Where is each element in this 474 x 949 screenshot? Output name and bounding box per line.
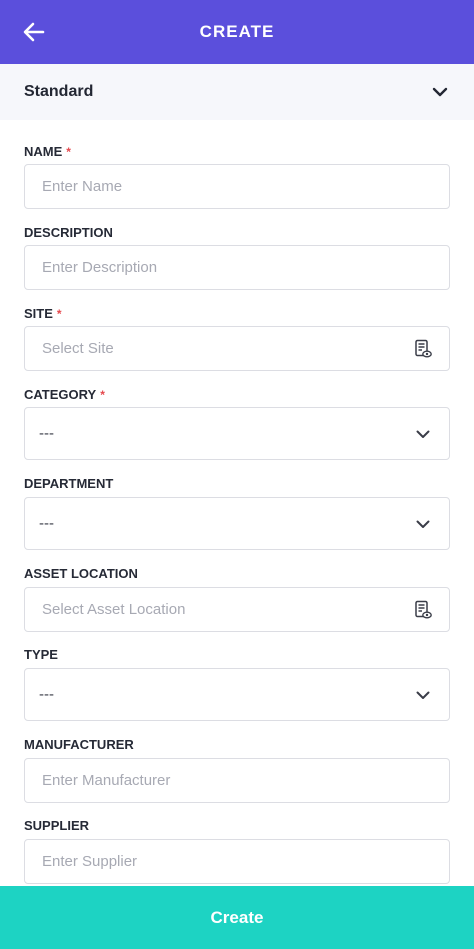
supplier-placeholder: Enter Supplier bbox=[42, 853, 138, 870]
category-dropdown[interactable]: --- bbox=[24, 407, 450, 460]
site-picker[interactable]: Select Site bbox=[24, 326, 450, 371]
category-label: CATEGORY * bbox=[24, 387, 450, 403]
category-label-text: CATEGORY bbox=[24, 387, 97, 402]
supplier-input[interactable]: Enter Supplier bbox=[24, 839, 450, 884]
description-label-text: DESCRIPTION bbox=[24, 225, 113, 240]
department-field-group: DEPARTMENT --- bbox=[24, 476, 450, 550]
app-bar: CREATE bbox=[0, 0, 474, 64]
asset-location-label-text: ASSET LOCATION bbox=[24, 566, 138, 581]
site-field-group: SITE * Select Site bbox=[24, 306, 450, 371]
asset-location-picker[interactable]: Select Asset Location bbox=[24, 587, 450, 632]
description-placeholder: Enter Description bbox=[42, 259, 158, 276]
type-label: TYPE bbox=[24, 647, 450, 663]
manufacturer-input[interactable]: Enter Manufacturer bbox=[24, 758, 450, 803]
site-placeholder: Select Site bbox=[42, 340, 114, 357]
manufacturer-field-group: MANUFACTURER Enter Manufacturer bbox=[24, 737, 450, 803]
manufacturer-placeholder: Enter Manufacturer bbox=[42, 772, 171, 789]
list-view-icon[interactable] bbox=[413, 600, 433, 620]
asset-type-value: Standard bbox=[24, 83, 94, 100]
supplier-label-text: SUPPLIER bbox=[24, 818, 90, 833]
description-field-group: DESCRIPTION Enter Description bbox=[24, 225, 450, 290]
manufacturer-label-text: MANUFACTURER bbox=[24, 737, 134, 752]
description-input[interactable]: Enter Description bbox=[24, 245, 450, 290]
back-button[interactable] bbox=[20, 18, 48, 46]
arrow-left-icon bbox=[23, 22, 45, 42]
chevron-down-icon bbox=[430, 82, 450, 102]
department-label-text: DEPARTMENT bbox=[24, 476, 114, 491]
page-title: CREATE bbox=[199, 22, 275, 41]
site-label: SITE * bbox=[24, 306, 450, 322]
chevron-down-icon bbox=[413, 685, 433, 705]
description-label: DESCRIPTION bbox=[24, 225, 450, 241]
department-value: --- bbox=[39, 515, 54, 532]
manufacturer-label: MANUFACTURER bbox=[24, 737, 450, 753]
required-mark: * bbox=[66, 145, 71, 159]
category-field-group: CATEGORY * --- bbox=[24, 387, 450, 460]
list-view-icon[interactable] bbox=[413, 339, 433, 359]
create-button-label: Create bbox=[210, 907, 264, 927]
type-value: --- bbox=[39, 686, 54, 703]
category-value: --- bbox=[39, 425, 54, 442]
name-label-text: NAME bbox=[24, 144, 63, 159]
required-mark: * bbox=[56, 307, 62, 321]
type-label-text: TYPE bbox=[24, 647, 58, 662]
type-field-group: TYPE --- bbox=[24, 647, 450, 721]
name-label: NAME * bbox=[24, 144, 450, 160]
create-form: NAME * Enter Name DESCRIPTION Enter Desc… bbox=[0, 120, 474, 886]
asset-location-field-group: ASSET LOCATION Select Asset Location bbox=[24, 566, 450, 632]
chevron-down-icon bbox=[413, 514, 433, 534]
supplier-field-group: SUPPLIER Enter Supplier bbox=[24, 818, 450, 884]
name-placeholder: Enter Name bbox=[42, 178, 123, 195]
department-label: DEPARTMENT bbox=[24, 476, 450, 492]
name-input[interactable]: Enter Name bbox=[24, 164, 450, 209]
required-mark: * bbox=[100, 388, 105, 402]
supplier-label: SUPPLIER bbox=[24, 818, 450, 834]
asset-location-label: ASSET LOCATION bbox=[24, 566, 450, 582]
type-dropdown[interactable]: --- bbox=[24, 668, 450, 721]
asset-location-placeholder: Select Asset Location bbox=[42, 601, 186, 618]
create-button[interactable]: Create bbox=[0, 886, 474, 949]
chevron-down-icon bbox=[413, 424, 433, 444]
name-field-group: NAME * Enter Name bbox=[24, 144, 450, 209]
asset-type-selector[interactable]: Standard bbox=[0, 64, 474, 120]
department-dropdown[interactable]: --- bbox=[24, 497, 450, 550]
site-label-text: SITE bbox=[24, 306, 53, 321]
